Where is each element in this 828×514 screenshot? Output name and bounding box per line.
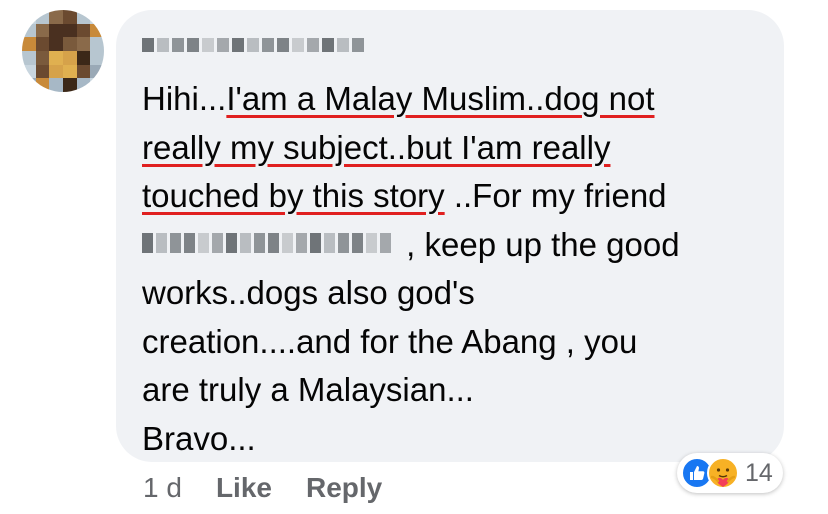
- care-icon: [707, 457, 739, 489]
- blur-block: [240, 232, 251, 253]
- blur-block: [268, 232, 279, 253]
- blur-block: [232, 38, 244, 52]
- comment-text-segment: ..For my friend: [444, 177, 667, 214]
- comment-text: Hihi...I'am a Malay Muslim..dog not real…: [142, 75, 782, 463]
- avatar-pixel: [22, 64, 36, 79]
- blur-block: [202, 38, 214, 52]
- comment-line: are truly a Malaysian...: [142, 371, 474, 408]
- comment-text-segment: Hihi...: [142, 80, 227, 117]
- avatar-pixel: [76, 51, 91, 65]
- avatar-pixel: [22, 51, 36, 65]
- blur-block: [157, 38, 169, 52]
- avatar-pixel: [90, 10, 104, 24]
- blur-block: [307, 38, 319, 52]
- avatar[interactable]: [22, 10, 104, 92]
- blur-block: [187, 38, 199, 52]
- avatar-pixel: [63, 64, 77, 79]
- blur-block: [254, 232, 265, 253]
- avatar-pixel: [35, 51, 50, 65]
- blur-block: [172, 38, 184, 52]
- avatar-pixel: [63, 23, 77, 38]
- avatar-pixel: [49, 51, 63, 65]
- blur-block: [156, 232, 167, 253]
- blur-block: [217, 38, 229, 52]
- avatar-pixel: [22, 37, 36, 51]
- blur-block: [324, 232, 335, 253]
- avatar-pixel: [22, 10, 36, 24]
- avatar-pixel: [35, 64, 50, 79]
- avatar-pixel: [63, 78, 77, 92]
- avatar-pixel: [35, 23, 50, 38]
- avatar-pixel: [49, 37, 63, 51]
- blur-block: [170, 232, 181, 253]
- blur-block: [380, 232, 391, 253]
- avatar-pixel: [90, 64, 104, 79]
- timestamp[interactable]: 1 d: [143, 472, 182, 504]
- underlined-text-segment: I'am a Malay Muslim..dog not: [226, 80, 655, 117]
- blur-block: [212, 232, 223, 253]
- blur-block: [247, 38, 259, 52]
- avatar-pixel: [35, 78, 50, 92]
- blur-block: [142, 232, 153, 253]
- avatar-pixel: [90, 78, 104, 92]
- avatar-pixel: [49, 10, 63, 24]
- avatar-pixel: [63, 51, 77, 65]
- avatar-pixel: [76, 37, 91, 51]
- blur-block: [296, 232, 307, 253]
- blur-block: [366, 232, 377, 253]
- avatar-pixel: [49, 23, 63, 38]
- blur-block: [310, 232, 321, 253]
- underlined-text-segment: really my subject..but I'am really: [142, 128, 611, 166]
- avatar-pixel: [22, 78, 36, 92]
- blur-block: [352, 232, 363, 253]
- avatar-pixel: [49, 78, 63, 92]
- avatar-pixel: [22, 23, 36, 38]
- comment-line: creation....and for the Abang , you: [142, 322, 638, 360]
- avatar-pixel: [35, 10, 50, 24]
- blur-block: [292, 38, 304, 52]
- comment-line: Hihi...I'am a Malay Muslim..dog not: [142, 75, 782, 124]
- comment-line: , keep up the good: [142, 221, 782, 270]
- blur-block: [277, 38, 289, 52]
- blur-block: [226, 232, 237, 253]
- avatar-pixel: [49, 64, 63, 79]
- avatar-pixel: [63, 37, 77, 51]
- blur-block: [338, 232, 349, 253]
- mention-blurred[interactable]: [142, 232, 391, 253]
- avatar-pixel: [76, 64, 91, 79]
- reactions-summary[interactable]: 14: [677, 453, 783, 493]
- comment-actions: 1 d Like Reply: [143, 472, 416, 504]
- comment-text-segment: , keep up the good: [397, 225, 680, 263]
- avatar-pixel: [90, 23, 104, 38]
- comment-line: really my subject..but I'am really: [142, 124, 782, 173]
- author-name-blurred[interactable]: [142, 38, 364, 52]
- comment-line: touched by this story ..For my friend: [142, 172, 782, 221]
- avatar-pixel: [63, 10, 77, 24]
- reply-button[interactable]: Reply: [306, 472, 382, 504]
- comment-line: works..dogs also god's: [142, 274, 475, 311]
- blur-block: [262, 38, 274, 52]
- avatar-pixel: [90, 37, 104, 51]
- blur-block: [184, 232, 195, 253]
- underlined-text-segment: touched by this story: [142, 177, 445, 214]
- blur-block: [282, 232, 293, 253]
- avatar-pixel: [90, 51, 104, 65]
- reaction-count: 14: [745, 458, 773, 487]
- blur-block: [198, 232, 209, 253]
- blur-block: [142, 38, 154, 52]
- blur-block: [322, 38, 334, 52]
- avatar-pixel: [76, 23, 91, 38]
- blur-block: [352, 38, 364, 52]
- blur-block: [337, 38, 349, 52]
- avatar-pixel: [76, 10, 91, 24]
- like-button[interactable]: Like: [216, 472, 272, 504]
- avatar-pixel: [76, 78, 91, 92]
- avatar-pixel: [35, 37, 50, 51]
